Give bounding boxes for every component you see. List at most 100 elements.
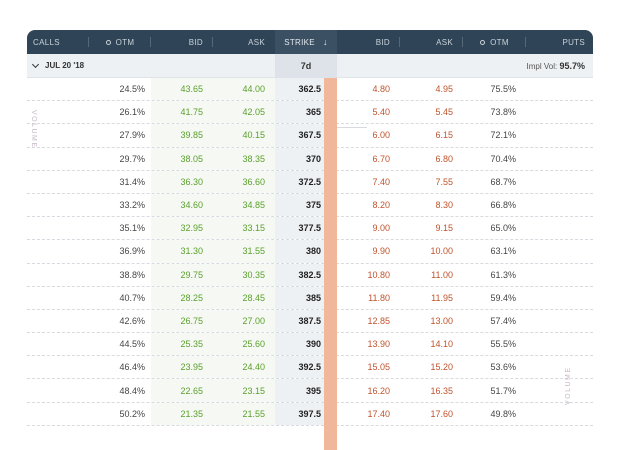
table-row[interactable]: 48.4% 22.65 23.15 395 16.20 16.35 51.7% bbox=[27, 379, 593, 403]
table-row[interactable]: 26.1% 41.75 42.05 365 5.40 5.45 73.8% bbox=[27, 101, 593, 125]
put-ask-cell[interactable]: 15.20 bbox=[400, 356, 463, 378]
call-otm-cell: 33.2% bbox=[119, 200, 145, 211]
put-ask-cell[interactable]: 9.15 bbox=[400, 217, 463, 239]
table-row[interactable]: 33.2% 34.60 34.85 375 8.20 8.30 66.8% bbox=[27, 193, 593, 218]
call-bid-cell[interactable]: 22.65 bbox=[151, 379, 213, 402]
call-otm-cell: 24.5% bbox=[119, 84, 145, 95]
put-bid-cell[interactable]: 9.90 bbox=[337, 240, 400, 262]
put-bid-cell[interactable]: 12.85 bbox=[337, 310, 400, 332]
call-ask-cell[interactable]: 24.40 bbox=[213, 356, 275, 379]
call-bid-cell[interactable]: 43.65 bbox=[151, 78, 213, 101]
put-otm-cell: 73.8% bbox=[490, 107, 516, 118]
table-row[interactable]: 50.2% 21.35 21.55 397.5 17.40 17.60 49.8% bbox=[27, 402, 593, 426]
call-bid-cell[interactable]: 29.75 bbox=[151, 263, 213, 286]
call-bid-cell[interactable]: 26.75 bbox=[151, 309, 213, 333]
table-row[interactable]: 42.6% 26.75 27.00 387.5 12.85 13.00 57.4% bbox=[27, 309, 593, 334]
put-spacer bbox=[526, 287, 593, 309]
put-bid-cell[interactable]: 13.90 bbox=[337, 333, 400, 355]
put-otm-header[interactable]: OTM bbox=[463, 30, 526, 54]
call-ask-cell[interactable]: 21.55 bbox=[213, 402, 275, 425]
table-row[interactable]: 31.4% 36.30 36.60 372.5 7.40 7.55 68.7% bbox=[27, 170, 593, 194]
call-bid-cell[interactable]: 23.95 bbox=[151, 356, 213, 379]
put-bid-cell[interactable]: 16.20 bbox=[337, 379, 400, 401]
call-ask-cell[interactable]: 34.85 bbox=[213, 193, 275, 217]
calls-header[interactable]: CALLS bbox=[27, 30, 89, 54]
call-bid-cell[interactable]: 38.05 bbox=[151, 147, 213, 170]
put-ask-cell[interactable]: 10.00 bbox=[400, 240, 463, 262]
puts-header[interactable]: PUTS bbox=[526, 30, 593, 54]
table-row[interactable]: 44.5% 25.35 25.60 390 13.90 14.10 55.5% bbox=[27, 333, 593, 357]
call-ask-cell[interactable]: 27.00 bbox=[213, 309, 275, 333]
call-otm-cell: 26.1% bbox=[119, 107, 145, 118]
call-bid-cell[interactable]: 28.25 bbox=[151, 286, 213, 309]
table-row[interactable]: 38.8% 29.75 30.35 382.5 10.80 11.00 61.3% bbox=[27, 263, 593, 287]
call-ask-cell[interactable]: 31.55 bbox=[213, 240, 275, 263]
call-bid-cell[interactable]: 31.30 bbox=[151, 240, 213, 263]
put-ask-cell[interactable]: 6.80 bbox=[400, 148, 463, 170]
put-bid-header[interactable]: BID bbox=[337, 30, 400, 54]
call-ask-cell[interactable]: 42.05 bbox=[213, 101, 275, 124]
put-bid-cell[interactable]: 11.80 bbox=[337, 287, 400, 309]
put-ask-cell[interactable]: 13.00 bbox=[400, 310, 463, 332]
table-row[interactable]: 29.7% 38.05 38.35 370 6.70 6.80 70.4% bbox=[27, 147, 593, 171]
put-ask-cell[interactable]: 6.15 bbox=[400, 124, 463, 146]
expiration-row[interactable]: JUL 20 '18 7d Impl Vol: 95.7% bbox=[27, 53, 593, 78]
call-ask-cell[interactable]: 40.15 bbox=[213, 124, 275, 147]
put-bid-cell[interactable]: 8.20 bbox=[337, 194, 400, 216]
call-ask-header[interactable]: ASK bbox=[213, 30, 275, 54]
put-bid-cell[interactable]: 4.80 bbox=[337, 78, 400, 100]
put-ask-cell[interactable]: 7.55 bbox=[400, 171, 463, 193]
call-ask-cell[interactable]: 36.60 bbox=[213, 170, 275, 193]
call-ask-cell[interactable]: 23.15 bbox=[213, 379, 275, 402]
call-otm-header[interactable]: OTM bbox=[89, 30, 151, 54]
put-ask-cell[interactable]: 11.95 bbox=[400, 287, 463, 309]
put-spacer bbox=[526, 356, 593, 378]
call-ask-cell[interactable]: 25.60 bbox=[213, 333, 275, 356]
put-spacer bbox=[526, 78, 593, 100]
impl-vol-value: 95.7% bbox=[559, 60, 585, 71]
call-bid-cell[interactable]: 21.35 bbox=[151, 402, 213, 425]
put-ask-header[interactable]: ASK bbox=[400, 30, 463, 54]
put-ask-cell[interactable]: 4.95 bbox=[400, 78, 463, 100]
call-spacer bbox=[27, 379, 89, 401]
call-bid-header[interactable]: BID bbox=[151, 30, 213, 54]
put-ask-cell[interactable]: 11.00 bbox=[400, 264, 463, 286]
put-ask-cell[interactable]: 17.60 bbox=[400, 403, 463, 425]
put-bid-cell[interactable]: 6.70 bbox=[337, 148, 400, 170]
put-ask-cell[interactable]: 5.45 bbox=[400, 101, 463, 123]
call-otm-cell: 46.4% bbox=[119, 362, 145, 373]
call-bid-cell[interactable]: 32.95 bbox=[151, 217, 213, 240]
call-ask-cell[interactable]: 30.35 bbox=[213, 263, 275, 286]
call-otm-cell: 38.8% bbox=[119, 269, 145, 280]
put-bid-cell[interactable]: 5.40 bbox=[337, 101, 400, 123]
call-ask-cell[interactable]: 33.15 bbox=[213, 217, 275, 240]
call-ask-cell[interactable]: 28.45 bbox=[213, 286, 275, 309]
put-bid-cell[interactable]: 10.80 bbox=[337, 264, 400, 286]
call-bid-cell[interactable]: 41.75 bbox=[151, 101, 213, 124]
radio-icon bbox=[105, 39, 111, 45]
call-bid-cell[interactable]: 39.85 bbox=[151, 124, 213, 147]
put-bid-cell[interactable]: 7.40 bbox=[337, 171, 400, 193]
put-ask-cell[interactable]: 16.35 bbox=[400, 379, 463, 401]
call-ask-cell[interactable]: 44.00 bbox=[213, 78, 275, 101]
strike-header[interactable]: STRIKE ↓ bbox=[275, 30, 337, 54]
put-ask-cell[interactable]: 8.30 bbox=[400, 194, 463, 216]
call-spacer bbox=[27, 78, 89, 100]
table-row[interactable]: 24.5% 43.65 44.00 362.5 4.80 4.95 75.5% bbox=[27, 78, 593, 102]
call-ask-cell[interactable]: 38.35 bbox=[213, 147, 275, 170]
put-otm-cell: 49.8% bbox=[490, 408, 516, 419]
call-bid-cell[interactable]: 34.60 bbox=[151, 193, 213, 217]
put-spacer bbox=[526, 333, 593, 355]
put-ask-cell[interactable]: 14.10 bbox=[400, 333, 463, 355]
table-row[interactable]: 36.9% 31.30 31.55 380 9.90 10.00 63.1% bbox=[27, 240, 593, 264]
table-row[interactable]: 35.1% 32.95 33.15 377.5 9.00 9.15 65.0% bbox=[27, 217, 593, 241]
put-otm-cell: 68.7% bbox=[490, 176, 516, 187]
table-row[interactable]: 40.7% 28.25 28.45 385 11.80 11.95 59.4% bbox=[27, 286, 593, 310]
call-bid-cell[interactable]: 25.35 bbox=[151, 333, 213, 356]
table-row[interactable]: 27.9% 39.85 40.15 367.5 6.00 6.15 72.1% bbox=[27, 124, 593, 148]
put-bid-cell[interactable]: 15.05 bbox=[337, 356, 400, 378]
put-bid-cell[interactable]: 9.00 bbox=[337, 217, 400, 239]
put-bid-cell[interactable]: 17.40 bbox=[337, 403, 400, 425]
table-row[interactable]: 46.4% 23.95 24.40 392.5 15.05 15.20 53.6% bbox=[27, 356, 593, 380]
call-bid-cell[interactable]: 36.30 bbox=[151, 170, 213, 193]
